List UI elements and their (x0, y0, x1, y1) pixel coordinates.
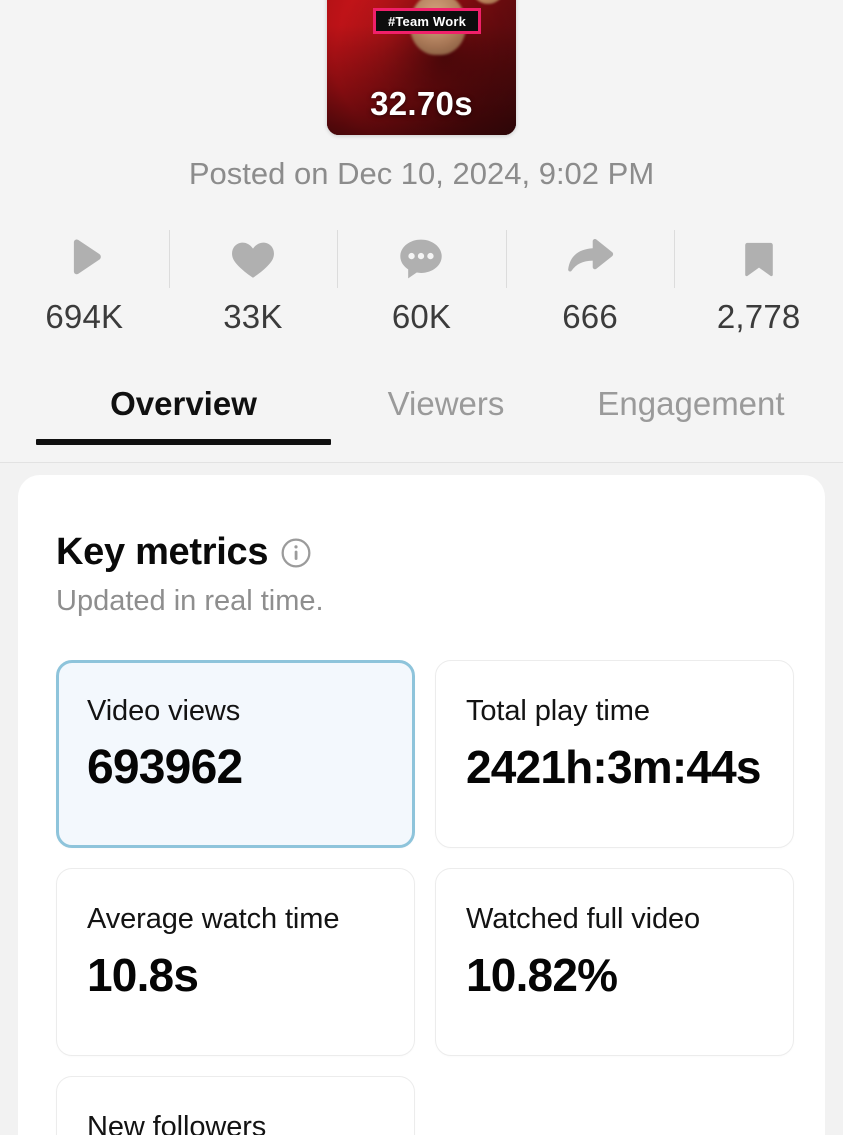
stat-comments[interactable]: 60K (337, 222, 506, 336)
metric-value: 2421h:3m:44s (466, 741, 762, 793)
stat-shares[interactable]: 666 (505, 222, 675, 336)
stat-shares-value: 666 (562, 298, 618, 335)
metric-value: 10.8s (87, 949, 199, 1001)
tab-viewers[interactable]: Viewers (331, 385, 561, 445)
video-duration-label: 32.70s (370, 85, 473, 122)
bookmark-icon (736, 228, 782, 290)
video-header: #Team Work 32.70s Posted on Dec 10, 2024… (0, 0, 843, 463)
stat-plays[interactable]: 694K (0, 222, 169, 336)
play-icon (57, 228, 111, 290)
tab-overview-label: Overview (110, 385, 257, 422)
tab-overview[interactable]: Overview (36, 385, 331, 445)
key-metrics-subtitle: Updated in real time. (56, 585, 324, 617)
posted-date: Posted on Dec 10, 2024, 9:02 PM (188, 156, 655, 191)
metric-label: Video views (87, 695, 241, 727)
tab-engagement[interactable]: Engagement (561, 385, 821, 445)
comment-icon (394, 228, 448, 290)
heart-icon (228, 228, 278, 290)
key-metrics-grid: Video views 693962 Total play time 2421h… (56, 660, 794, 1135)
share-icon (563, 228, 617, 290)
thumbnail-caption-banner: #Team Work (373, 8, 481, 34)
metric-label: New followers (87, 1111, 267, 1135)
metric-card-total-play-time[interactable]: Total play time 2421h:3m:44s (435, 660, 794, 848)
analytics-tabs: Overview Viewers Engagement (0, 385, 843, 463)
tab-engagement-label: Engagement (597, 385, 785, 422)
metric-card-new-followers[interactable]: New followers (56, 1076, 415, 1135)
metric-card-watched-full-video[interactable]: Watched full video 10.82% (435, 868, 794, 1056)
metric-label: Total play time (466, 695, 650, 727)
tabs-divider (0, 462, 843, 463)
metric-card-video-views[interactable]: Video views 693962 (56, 660, 415, 848)
metric-card-average-watch-time[interactable]: Average watch time 10.8s (56, 868, 415, 1056)
key-metrics-panel: Key metrics Updated in real time. Video … (18, 475, 825, 1135)
metric-label: Average watch time (87, 903, 340, 935)
stat-comments-value: 60K (391, 298, 452, 335)
video-thumbnail[interactable]: #Team Work 32.70s (327, 0, 516, 135)
stat-likes-value: 33K (223, 298, 283, 335)
stat-saves[interactable]: 2,778 (674, 222, 843, 336)
info-circle-icon[interactable] (280, 537, 312, 569)
metric-value: 10.82% (466, 949, 618, 1001)
metric-label: Watched full video (466, 903, 701, 935)
metric-value: 693962 (87, 741, 243, 794)
stat-saves-value: 2,778 (716, 298, 801, 335)
page-title: Key metrics (56, 531, 269, 573)
key-metrics-header: Key metrics (56, 531, 312, 574)
thumbnail-caption-text: #Team Work (387, 13, 467, 29)
stat-plays-value: 694K (45, 298, 124, 335)
tab-viewers-label: Viewers (387, 385, 505, 422)
video-stats-row: 694K 33K 60K 666 2,778 (0, 222, 843, 352)
stat-likes[interactable]: 33K (168, 222, 338, 336)
